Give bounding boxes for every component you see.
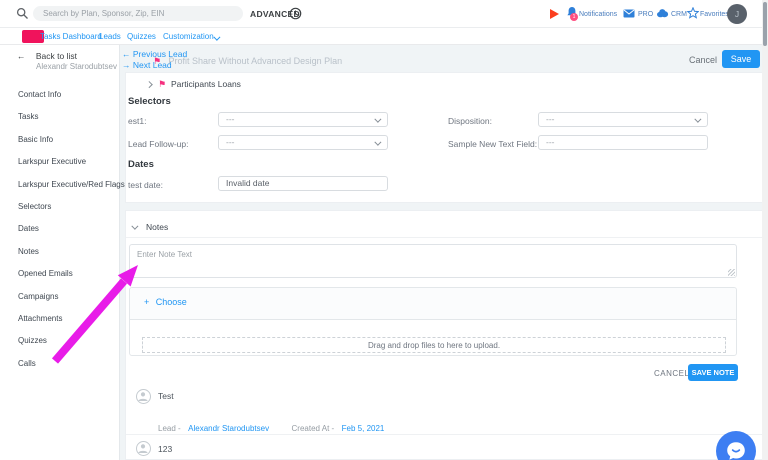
- notes-header-divider: [126, 237, 767, 238]
- crm-lead-page: ADVANCED 1 Notifications PRO CRM Favorit…: [0, 0, 768, 460]
- est1-select[interactable]: ---: [218, 112, 388, 127]
- chevron-down-icon: [375, 139, 381, 145]
- dates-section-title: Dates: [128, 159, 154, 170]
- participants-flag-icon: ⚑: [158, 79, 166, 89]
- sidebar-item-attachments[interactable]: Attachments: [0, 308, 120, 330]
- drag-drop-zone[interactable]: Drag and drop files to here to upload.: [142, 337, 726, 353]
- favorites-button[interactable]: Favorites: [700, 11, 729, 18]
- note-lead-link[interactable]: Alexandr Starodubtsev: [188, 424, 269, 433]
- tab-tasks-dashboard[interactable]: Tasks Dashboard: [40, 32, 102, 41]
- sidebar-item-larkspur-executive-red-flags[interactable]: Larkspur Executive/Red Flags: [0, 174, 120, 196]
- back-arrow-icon: ←: [17, 51, 26, 61]
- page-scrollbar-thumb[interactable]: [763, 2, 767, 46]
- search-input[interactable]: [33, 6, 243, 21]
- crm-button[interactable]: CRM: [671, 11, 687, 18]
- sidebar-lead-name: Alexandr Starodubtsev: [36, 62, 117, 71]
- note-created-date-link[interactable]: Feb 5, 2021: [342, 424, 385, 433]
- tab-leads[interactable]: Leads: [99, 32, 121, 41]
- test-date-input[interactable]: Invalid date: [218, 176, 388, 191]
- notifications-button[interactable]: Notifications: [579, 11, 617, 18]
- sidebar-item-basic-info[interactable]: Basic Info: [0, 129, 120, 151]
- note-author-avatar: [136, 389, 151, 404]
- est1-label: est1:: [128, 116, 146, 126]
- lead-sidebar: ← Back to list Alexandr Starodubtsev Con…: [0, 45, 120, 460]
- user-avatar[interactable]: J: [727, 4, 747, 24]
- note-divider: [126, 434, 767, 435]
- attachment-upload-box: + Choose Drag and drop files to here to …: [129, 287, 737, 356]
- save-note-button[interactable]: SAVE NOTE: [688, 364, 738, 381]
- customization-chevron-down-icon: [214, 34, 220, 40]
- search-icon: [16, 7, 29, 20]
- lead-follow-up-select[interactable]: ---: [218, 135, 388, 150]
- sidebar-item-contact-info[interactable]: Contact Info: [0, 84, 120, 106]
- previous-arrow-icon: ←: [122, 49, 131, 59]
- save-button[interactable]: Save: [722, 50, 760, 68]
- pro-button[interactable]: PRO: [638, 11, 653, 18]
- sidebar-item-quizzes[interactable]: Quizzes: [0, 330, 120, 352]
- sidebar-item-tasks[interactable]: Tasks: [0, 106, 120, 128]
- search-history-clock-icon[interactable]: [289, 7, 302, 20]
- note-created-label: Created At -: [292, 424, 335, 433]
- plus-icon: +: [144, 297, 149, 307]
- test-date-label: test date:: [128, 180, 163, 190]
- choose-file-button[interactable]: + Choose: [144, 297, 187, 307]
- sample-new-text-field-input[interactable]: ---: [538, 135, 708, 150]
- sidebar-item-opened-emails[interactable]: Opened Emails: [0, 263, 120, 285]
- cancel-button[interactable]: Cancel: [689, 55, 717, 65]
- sidebar-item-notes[interactable]: Notes: [0, 241, 120, 263]
- disposition-label: Disposition:: [448, 116, 492, 126]
- disposition-select[interactable]: ---: [538, 112, 708, 127]
- note-text-input[interactable]: [129, 244, 737, 278]
- note-text: 123: [158, 444, 172, 454]
- chevron-down-icon: [695, 116, 701, 122]
- nav-bar: Tasks Dashboard Leads Quizzes Customizat…: [0, 28, 768, 45]
- sidebar-item-calls[interactable]: Calls: [0, 353, 120, 375]
- sidebar-item-campaigns[interactable]: Campaigns: [0, 286, 120, 308]
- next-arrow-icon: →: [122, 60, 131, 70]
- cancel-note-button[interactable]: CANCEL: [654, 369, 689, 378]
- sidebar-section-list: Contact Info Tasks Basic Info Larkspur E…: [0, 84, 120, 375]
- note-author-avatar: [136, 441, 151, 456]
- pro-envelope-icon[interactable]: [623, 9, 635, 18]
- next-lead-link[interactable]: → Next Lead: [122, 60, 172, 70]
- page-scrollbar-track: [762, 0, 768, 460]
- notifications-badge: 1: [570, 13, 578, 21]
- attachment-toolbar: + Choose: [130, 288, 736, 320]
- lead-follow-up-label: Lead Follow-up:: [128, 139, 188, 149]
- sidebar-item-dates[interactable]: Dates: [0, 218, 120, 240]
- sidebar-item-selectors[interactable]: Selectors: [0, 196, 120, 218]
- top-bar: ADVANCED 1 Notifications PRO CRM Favorit…: [0, 0, 768, 28]
- play-triangle-icon[interactable]: [550, 9, 559, 19]
- sample-new-text-field-label: Sample New Text Field:: [448, 139, 537, 149]
- previous-lead-link[interactable]: ← Previous Lead: [122, 49, 187, 59]
- favorites-star-icon[interactable]: [687, 7, 699, 19]
- chevron-down-icon: [375, 116, 381, 122]
- selectors-section-title: Selectors: [128, 96, 171, 107]
- note-lead-label: Lead -: [158, 424, 181, 433]
- note-text: Test: [158, 391, 174, 401]
- tab-customization[interactable]: Customization: [163, 32, 214, 41]
- crm-cloud-icon[interactable]: [656, 8, 669, 18]
- back-to-list-link[interactable]: ← Back to list: [17, 51, 77, 61]
- sidebar-item-larkspur-executive[interactable]: Larkspur Executive: [0, 151, 120, 173]
- chat-bubble-icon: [725, 440, 747, 460]
- tab-quizzes[interactable]: Quizzes: [127, 32, 156, 41]
